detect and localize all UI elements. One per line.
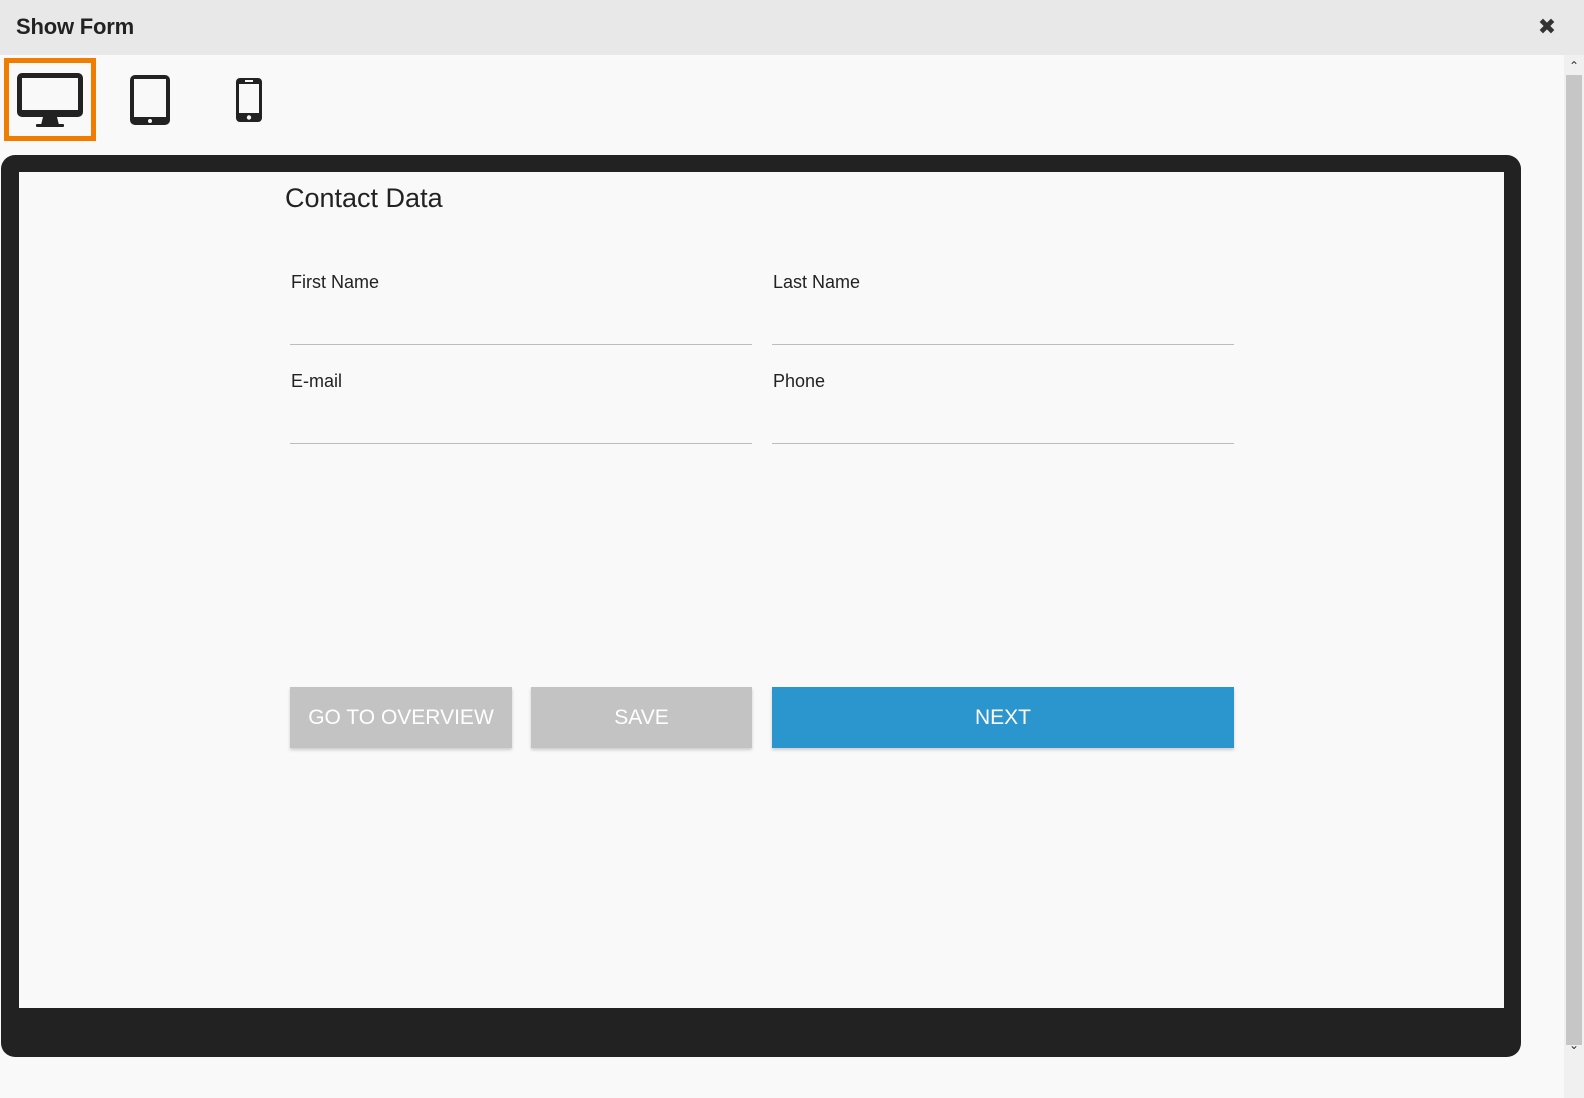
dialog-title: Show Form [16, 14, 134, 39]
desktop-device-frame: Contact Data First Name Last Name E-mail… [1, 155, 1521, 1057]
go-to-overview-button[interactable]: GO TO OVERVIEW [290, 687, 512, 748]
desktop-preview-button[interactable] [4, 58, 96, 141]
close-icon: ✖ [1537, 14, 1557, 39]
chevron-down-icon: ⌄ [1568, 1038, 1580, 1052]
phone-input[interactable] [772, 399, 1234, 444]
form-heading: Contact Data [285, 183, 443, 213]
chevron-up-icon: ⌃ [1568, 59, 1580, 73]
first-name-field: First Name [290, 272, 752, 348]
email-field: E-mail [290, 371, 752, 447]
close-button[interactable]: ✖ [1536, 14, 1558, 40]
tablet-icon [130, 74, 170, 125]
scroll-down-button[interactable]: ⌄ [1564, 1036, 1584, 1054]
last-name-input[interactable] [772, 300, 1234, 345]
first-name-input[interactable] [290, 300, 752, 345]
last-name-label: Last Name [773, 272, 861, 292]
first-name-label: First Name [291, 272, 380, 292]
email-input[interactable] [290, 399, 752, 444]
form-preview-screen: Contact Data First Name Last Name E-mail… [19, 172, 1504, 1008]
dialog-titlebar: Show Form ✖ [0, 0, 1584, 55]
tablet-preview-button[interactable] [104, 58, 196, 141]
device-preview-toggle [0, 55, 320, 147]
desktop-icon [17, 72, 83, 127]
next-button[interactable]: NEXT [772, 687, 1234, 748]
phone-preview-button[interactable] [203, 58, 295, 141]
phone-icon [236, 77, 262, 122]
email-label: E-mail [291, 371, 343, 391]
scroll-up-button[interactable]: ⌃ [1564, 57, 1584, 75]
scrollbar-thumb[interactable] [1566, 75, 1582, 1045]
vertical-scrollbar[interactable]: ⌃ ⌄ [1564, 55, 1584, 1098]
show-form-dialog: Show Form ✖ Contact Data First Name Last… [0, 0, 1584, 1098]
phone-field: Phone [772, 371, 1234, 447]
phone-label: Phone [773, 371, 826, 391]
last-name-field: Last Name [772, 272, 1234, 348]
save-button[interactable]: SAVE [531, 687, 752, 748]
